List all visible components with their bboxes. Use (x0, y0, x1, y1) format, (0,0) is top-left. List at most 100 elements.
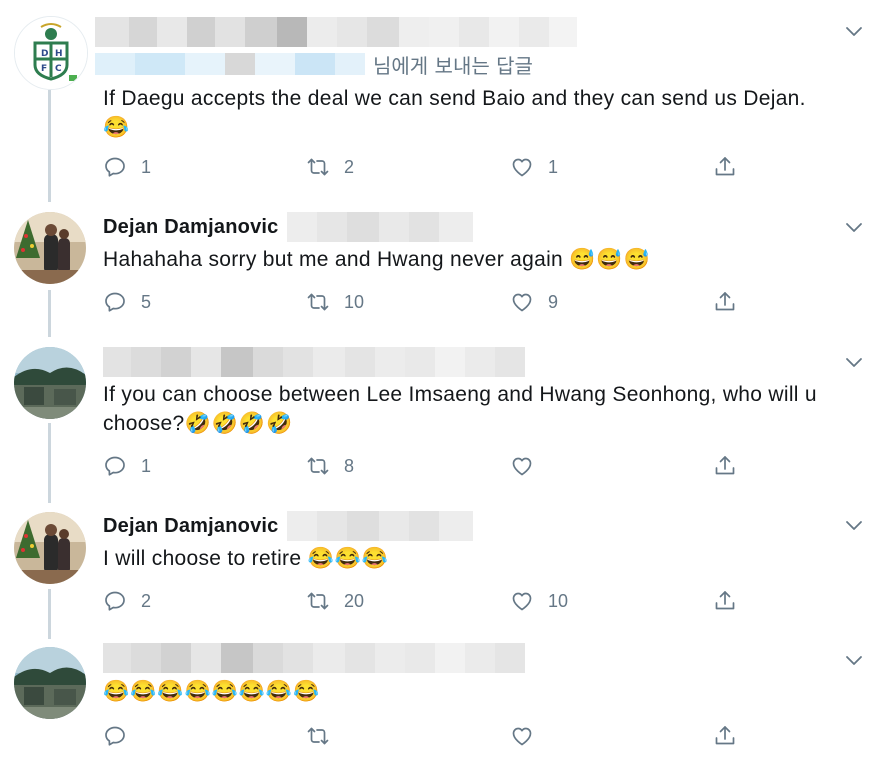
like-count: 10 (548, 590, 569, 611)
tweet-emoji: 😂😂😂 (307, 547, 389, 570)
tweet-body: I will choose to retire (103, 547, 308, 570)
like-action[interactable]: 1 (510, 152, 558, 182)
retweet-count: 2 (344, 156, 355, 177)
like-action[interactable] (510, 721, 548, 751)
svg-text:D: D (41, 49, 48, 59)
author-row: Dejan Damjanovic (103, 511, 473, 541)
author-name[interactable]: Dejan Damjanovic (103, 515, 279, 538)
reply-action[interactable]: 1 (103, 152, 151, 182)
like-count: 1 (548, 156, 559, 177)
share-action[interactable] (713, 721, 737, 751)
retweet-icon (306, 454, 330, 478)
retweet-count: 10 (344, 291, 365, 312)
reply-action[interactable]: 5 (103, 287, 151, 317)
blurred-handle (286, 511, 473, 541)
reply-action[interactable]: 1 (103, 451, 151, 481)
retweet-count: 20 (344, 590, 365, 611)
author-row (95, 17, 577, 47)
reply-icon (103, 724, 127, 748)
like-icon (510, 589, 534, 613)
reply-count: 1 (141, 455, 152, 476)
retweet-icon (306, 155, 330, 179)
blurred-handle (286, 212, 473, 242)
tweet-emoji: 😂😂😂😂😂😂😂😂 (103, 680, 321, 703)
retweet-count: 8 (344, 455, 355, 476)
tweet[interactable]: Dejan Damjanovic Hahahaha sorry but me a… (0, 200, 887, 335)
reply-action[interactable]: 2 (103, 586, 151, 616)
share-icon (713, 290, 737, 314)
blurred-username (103, 643, 525, 673)
retweet-icon (306, 290, 330, 314)
like-icon (510, 155, 534, 179)
tweet-text: Hahahaha sorry but me and Hwang never ag… (103, 245, 863, 274)
tweet-body: Hahahaha sorry but me and Hwang never ag… (103, 248, 570, 271)
action-bar: 1 2 1 (103, 152, 843, 182)
like-icon (510, 290, 534, 314)
like-action[interactable] (510, 451, 548, 481)
tweet[interactable]: 😂😂😂😂😂😂😂😂 (0, 635, 887, 764)
reply-count: 1 (141, 156, 152, 177)
blurred-reply-handle (95, 53, 365, 75)
reply-icon (103, 290, 127, 314)
reply-icon (103, 155, 127, 179)
tweet-text: 😂😂😂😂😂😂😂😂 (103, 677, 863, 706)
tweet-emoji: 😂 (103, 116, 131, 139)
tweet-body: If Daegu accepts the deal we can send Ba… (103, 87, 806, 110)
tweet[interactable]: D H F C 님에게 보내는 답글 If Daegu accepts the … (0, 0, 887, 200)
retweet-action[interactable]: 20 (306, 586, 364, 616)
tweet[interactable]: Dejan Damjanovic I will choose to retire… (0, 500, 887, 635)
share-action[interactable] (713, 451, 737, 481)
action-bar (103, 721, 843, 751)
retweet-icon (306, 589, 330, 613)
avatar-user[interactable] (14, 647, 86, 719)
chevron-down-icon[interactable] (843, 514, 865, 536)
share-icon (713, 155, 737, 179)
tweet-text: If Daegu accepts the deal we can send Ba… (103, 84, 863, 142)
blurred-username (95, 17, 577, 47)
chevron-down-icon[interactable] (843, 20, 865, 42)
svg-text:H: H (55, 49, 63, 59)
avatar-user[interactable] (14, 347, 86, 419)
reply-to-label: 님에게 보내는 답글 (373, 53, 533, 78)
retweet-action[interactable] (306, 721, 344, 751)
avatar-dejan[interactable] (14, 212, 86, 284)
reply-to-line[interactable]: 님에게 보내는 답글 (95, 50, 533, 78)
tweet[interactable]: If you can choose between Lee Imsaeng an… (0, 335, 887, 500)
tweet-text: If you can choose between Lee Imsaeng an… (103, 380, 863, 438)
retweet-action[interactable]: 8 (306, 451, 354, 481)
like-count: 9 (548, 291, 559, 312)
tweet-emoji: 😅😅😅 (569, 248, 651, 271)
tweet-text: I will choose to retire 😂😂😂 (103, 544, 863, 573)
like-action[interactable]: 10 (510, 586, 568, 616)
avatar-dejan[interactable] (14, 512, 86, 584)
share-action[interactable] (713, 287, 737, 317)
like-icon (510, 724, 534, 748)
action-bar: 18 (103, 451, 843, 481)
action-bar: 2 20 10 (103, 586, 843, 616)
author-name[interactable]: Dejan Damjanovic (103, 216, 279, 239)
tweet-emoji: 🤣🤣🤣🤣 (184, 412, 294, 435)
reply-count: 2 (141, 590, 152, 611)
chevron-down-icon[interactable] (843, 351, 865, 373)
reply-count: 5 (141, 291, 152, 312)
chevron-down-icon[interactable] (843, 649, 865, 671)
share-icon (713, 589, 737, 613)
avatar-club-logo[interactable]: D H F C (14, 16, 88, 90)
author-row (103, 643, 525, 673)
blurred-username (103, 347, 525, 377)
svg-text:F: F (41, 64, 47, 74)
share-action[interactable] (713, 152, 737, 182)
reply-icon (103, 589, 127, 613)
action-bar: 5 10 9 (103, 287, 843, 317)
like-action[interactable]: 9 (510, 287, 558, 317)
reply-action[interactable] (103, 721, 141, 751)
retweet-action[interactable]: 10 (306, 287, 364, 317)
retweet-action[interactable]: 2 (306, 152, 354, 182)
chevron-down-icon[interactable] (843, 216, 865, 238)
reply-icon (103, 454, 127, 478)
share-icon (713, 724, 737, 748)
share-icon (713, 454, 737, 478)
like-icon (510, 454, 534, 478)
retweet-icon (306, 724, 330, 748)
share-action[interactable] (713, 586, 737, 616)
